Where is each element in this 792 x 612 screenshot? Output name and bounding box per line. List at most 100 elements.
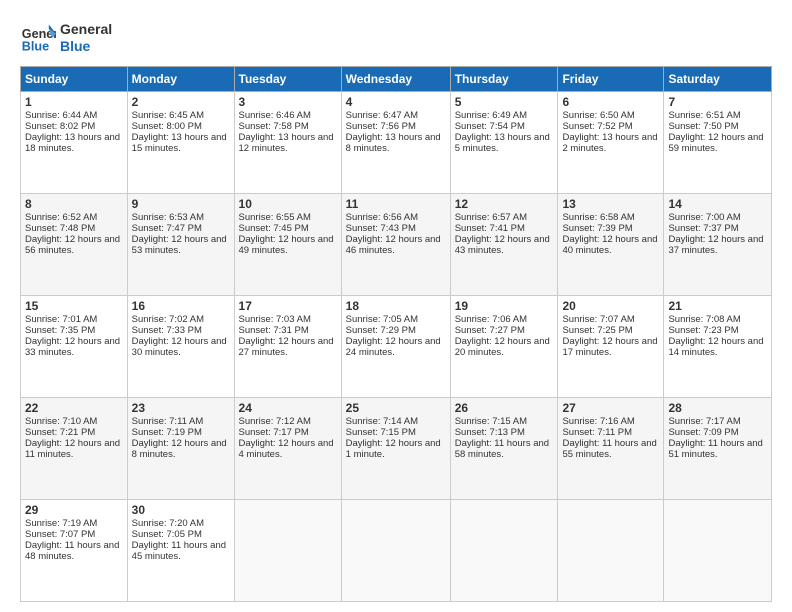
col-saturday: Saturday xyxy=(664,67,772,92)
calendar-cell: 27Sunrise: 7:16 AMSunset: 7:11 PMDayligh… xyxy=(558,398,664,500)
col-monday: Monday xyxy=(127,67,234,92)
calendar-cell: 13Sunrise: 6:58 AMSunset: 7:39 PMDayligh… xyxy=(558,194,664,296)
day-number: 2 xyxy=(132,95,230,109)
day-number: 1 xyxy=(25,95,123,109)
day-info: Sunset: 7:43 PM xyxy=(346,223,446,234)
day-info: Sunrise: 6:58 AM xyxy=(562,212,659,223)
day-info: Sunset: 8:00 PM xyxy=(132,121,230,132)
day-number: 24 xyxy=(239,401,337,415)
day-number: 3 xyxy=(239,95,337,109)
day-info: Sunset: 7:47 PM xyxy=(132,223,230,234)
day-number: 22 xyxy=(25,401,123,415)
day-info: Sunset: 7:33 PM xyxy=(132,325,230,336)
day-number: 8 xyxy=(25,197,123,211)
day-number: 9 xyxy=(132,197,230,211)
calendar-cell: 14Sunrise: 7:00 AMSunset: 7:37 PMDayligh… xyxy=(664,194,772,296)
day-number: 13 xyxy=(562,197,659,211)
calendar-cell: 26Sunrise: 7:15 AMSunset: 7:13 PMDayligh… xyxy=(450,398,558,500)
calendar-cell: 28Sunrise: 7:17 AMSunset: 7:09 PMDayligh… xyxy=(664,398,772,500)
calendar-cell: 6Sunrise: 6:50 AMSunset: 7:52 PMDaylight… xyxy=(558,92,664,194)
svg-text:Blue: Blue xyxy=(22,40,49,54)
day-info: Daylight: 11 hours and 55 minutes. xyxy=(562,438,659,460)
calendar-cell: 19Sunrise: 7:06 AMSunset: 7:27 PMDayligh… xyxy=(450,296,558,398)
day-info: Sunrise: 7:14 AM xyxy=(346,416,446,427)
calendar-cell xyxy=(664,500,772,602)
day-info: Sunset: 7:07 PM xyxy=(25,529,123,540)
day-info: Sunset: 7:48 PM xyxy=(25,223,123,234)
day-info: Daylight: 12 hours and 11 minutes. xyxy=(25,438,123,460)
day-info: Daylight: 12 hours and 17 minutes. xyxy=(562,336,659,358)
day-info: Daylight: 12 hours and 53 minutes. xyxy=(132,234,230,256)
logo: General Blue General Blue xyxy=(20,20,112,56)
calendar-cell: 24Sunrise: 7:12 AMSunset: 7:17 PMDayligh… xyxy=(234,398,341,500)
day-info: Sunset: 7:25 PM xyxy=(562,325,659,336)
day-number: 18 xyxy=(346,299,446,313)
calendar-cell: 7Sunrise: 6:51 AMSunset: 7:50 PMDaylight… xyxy=(664,92,772,194)
day-number: 27 xyxy=(562,401,659,415)
calendar-cell: 5Sunrise: 6:49 AMSunset: 7:54 PMDaylight… xyxy=(450,92,558,194)
day-info: Sunset: 7:23 PM xyxy=(668,325,767,336)
day-info: Sunset: 7:19 PM xyxy=(132,427,230,438)
day-info: Sunrise: 7:05 AM xyxy=(346,314,446,325)
day-info: Daylight: 13 hours and 5 minutes. xyxy=(455,132,554,154)
day-info: Sunrise: 6:52 AM xyxy=(25,212,123,223)
day-number: 26 xyxy=(455,401,554,415)
calendar-cell: 20Sunrise: 7:07 AMSunset: 7:25 PMDayligh… xyxy=(558,296,664,398)
day-info: Sunset: 7:21 PM xyxy=(25,427,123,438)
day-number: 10 xyxy=(239,197,337,211)
day-number: 15 xyxy=(25,299,123,313)
col-sunday: Sunday xyxy=(21,67,128,92)
day-number: 19 xyxy=(455,299,554,313)
calendar-cell: 17Sunrise: 7:03 AMSunset: 7:31 PMDayligh… xyxy=(234,296,341,398)
day-info: Daylight: 12 hours and 33 minutes. xyxy=(25,336,123,358)
day-info: Sunrise: 7:08 AM xyxy=(668,314,767,325)
day-number: 20 xyxy=(562,299,659,313)
day-info: Sunrise: 7:20 AM xyxy=(132,518,230,529)
calendar-week-row: 22Sunrise: 7:10 AMSunset: 7:21 PMDayligh… xyxy=(21,398,772,500)
calendar-cell: 10Sunrise: 6:55 AMSunset: 7:45 PMDayligh… xyxy=(234,194,341,296)
calendar-cell xyxy=(558,500,664,602)
day-info: Daylight: 12 hours and 30 minutes. xyxy=(132,336,230,358)
day-info: Sunset: 7:45 PM xyxy=(239,223,337,234)
day-info: Sunrise: 6:47 AM xyxy=(346,110,446,121)
day-number: 30 xyxy=(132,503,230,517)
calendar-cell: 30Sunrise: 7:20 AMSunset: 7:05 PMDayligh… xyxy=(127,500,234,602)
calendar-week-row: 29Sunrise: 7:19 AMSunset: 7:07 PMDayligh… xyxy=(21,500,772,602)
day-info: Daylight: 11 hours and 45 minutes. xyxy=(132,540,230,562)
day-info: Sunrise: 7:15 AM xyxy=(455,416,554,427)
calendar-week-row: 1Sunrise: 6:44 AMSunset: 8:02 PMDaylight… xyxy=(21,92,772,194)
calendar-cell: 8Sunrise: 6:52 AMSunset: 7:48 PMDaylight… xyxy=(21,194,128,296)
calendar-page: General Blue General Blue Sunday Monday … xyxy=(0,0,792,612)
day-info: Daylight: 12 hours and 4 minutes. xyxy=(239,438,337,460)
day-info: Sunset: 7:17 PM xyxy=(239,427,337,438)
day-info: Daylight: 12 hours and 8 minutes. xyxy=(132,438,230,460)
header: General Blue General Blue xyxy=(20,20,772,56)
day-info: Sunset: 7:54 PM xyxy=(455,121,554,132)
day-info: Sunrise: 7:07 AM xyxy=(562,314,659,325)
day-info: Sunrise: 6:51 AM xyxy=(668,110,767,121)
day-info: Daylight: 12 hours and 1 minute. xyxy=(346,438,446,460)
day-info: Sunrise: 7:02 AM xyxy=(132,314,230,325)
day-info: Daylight: 12 hours and 27 minutes. xyxy=(239,336,337,358)
day-info: Daylight: 11 hours and 58 minutes. xyxy=(455,438,554,460)
day-info: Sunrise: 6:56 AM xyxy=(346,212,446,223)
day-number: 11 xyxy=(346,197,446,211)
day-number: 5 xyxy=(455,95,554,109)
calendar-cell xyxy=(450,500,558,602)
calendar-cell xyxy=(234,500,341,602)
day-info: Daylight: 12 hours and 49 minutes. xyxy=(239,234,337,256)
day-info: Sunrise: 7:16 AM xyxy=(562,416,659,427)
day-info: Sunrise: 6:49 AM xyxy=(455,110,554,121)
day-info: Sunset: 7:37 PM xyxy=(668,223,767,234)
day-number: 28 xyxy=(668,401,767,415)
day-info: Sunrise: 6:50 AM xyxy=(562,110,659,121)
day-number: 12 xyxy=(455,197,554,211)
day-info: Sunrise: 6:55 AM xyxy=(239,212,337,223)
day-info: Sunrise: 6:57 AM xyxy=(455,212,554,223)
day-number: 17 xyxy=(239,299,337,313)
day-info: Sunset: 7:52 PM xyxy=(562,121,659,132)
day-info: Daylight: 13 hours and 8 minutes. xyxy=(346,132,446,154)
calendar-week-row: 15Sunrise: 7:01 AMSunset: 7:35 PMDayligh… xyxy=(21,296,772,398)
day-number: 29 xyxy=(25,503,123,517)
day-info: Daylight: 13 hours and 12 minutes. xyxy=(239,132,337,154)
